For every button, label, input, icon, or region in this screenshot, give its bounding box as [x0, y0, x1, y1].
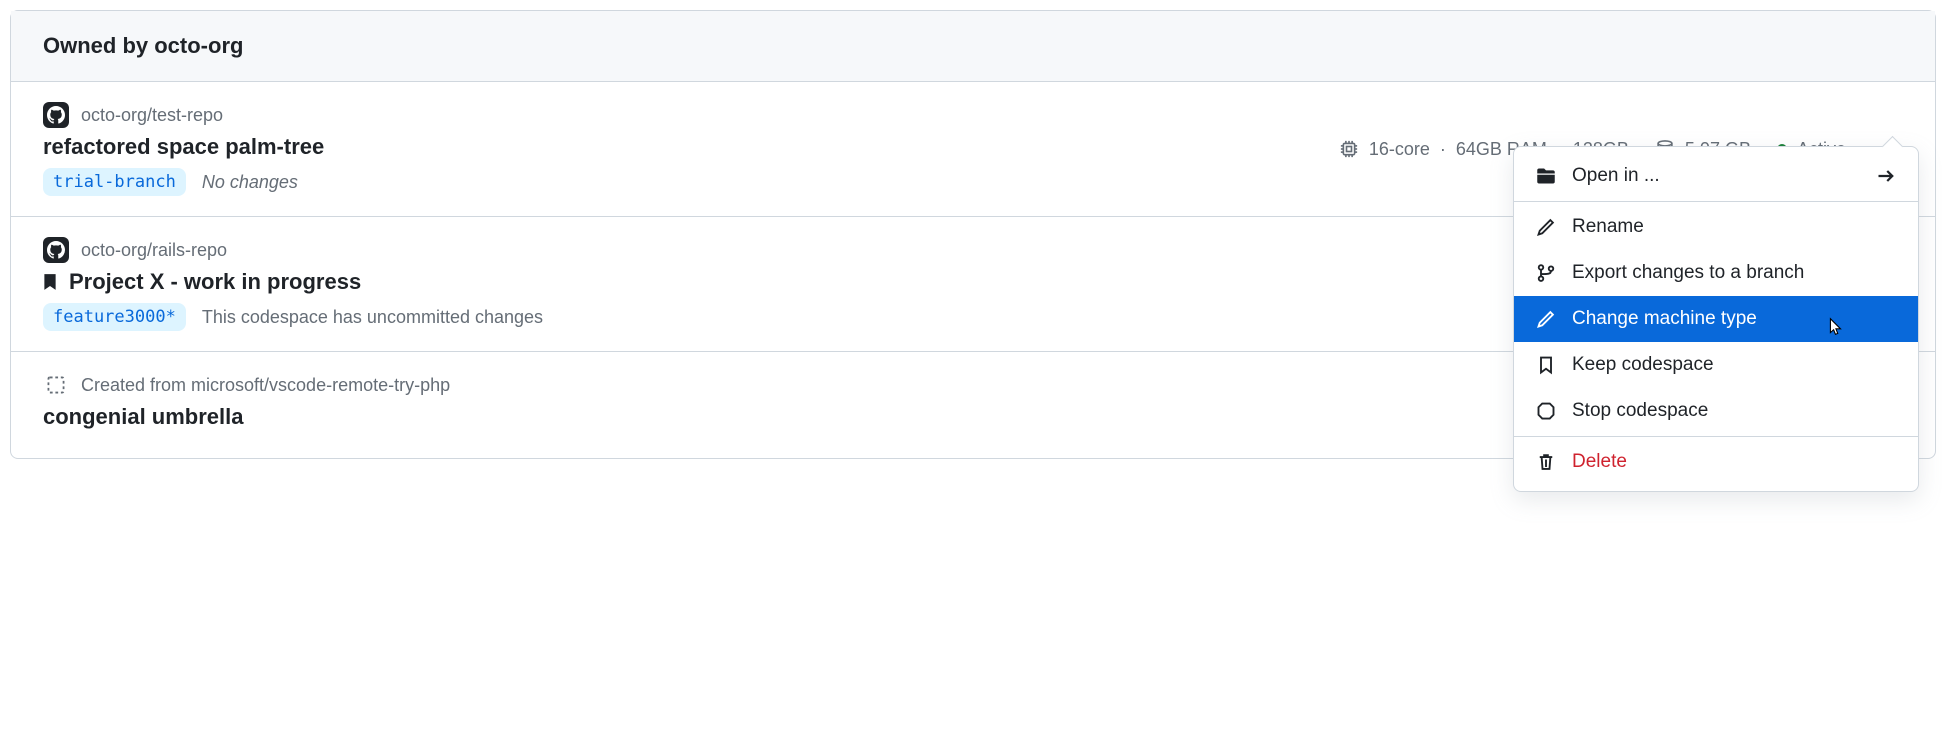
menu-export-branch[interactable]: Export changes to a branch — [1514, 250, 1918, 296]
title-line: Project X - work in progress — [43, 269, 1617, 295]
trash-icon — [1536, 452, 1556, 472]
menu-label: Delete — [1572, 451, 1627, 473]
branch-badge[interactable]: feature3000* — [43, 303, 186, 331]
codespaces-panel: Owned by octo-org octo-org/test-repo ref… — [10, 10, 1936, 459]
menu-label: Stop codespace — [1572, 400, 1708, 422]
menu-open-in[interactable]: Open in ... — [1514, 153, 1918, 202]
pencil-icon — [1536, 309, 1556, 329]
repo-name[interactable]: Created from microsoft/vscode-remote-try… — [81, 375, 450, 396]
panel-header: Owned by octo-org — [11, 11, 1935, 82]
title-line: congenial umbrella — [43, 404, 1627, 430]
branch-badge[interactable]: trial-branch — [43, 168, 186, 196]
repo-name[interactable]: octo-org/rails-repo — [81, 240, 227, 261]
menu-label: Rename — [1572, 216, 1644, 238]
pencil-icon — [1536, 217, 1556, 237]
github-icon — [43, 237, 69, 263]
codespace-info: octo-org/test-repo refactored space palm… — [43, 102, 1339, 196]
menu-keep-codespace[interactable]: Keep codespace — [1514, 342, 1918, 388]
repo-line: octo-org/test-repo — [43, 102, 1339, 128]
actions-dropdown: Open in ... Rename Export changes to a b… — [1513, 146, 1919, 492]
github-icon — [43, 102, 69, 128]
menu-rename[interactable]: Rename — [1514, 204, 1918, 250]
menu-label: Change machine type — [1572, 308, 1757, 330]
codespace-title[interactable]: congenial umbrella — [43, 404, 244, 430]
title-line: refactored space palm-tree — [43, 134, 1339, 160]
folder-open-icon — [1536, 166, 1556, 186]
template-icon — [43, 372, 69, 398]
repo-line: octo-org/rails-repo — [43, 237, 1617, 263]
codespace-title[interactable]: refactored space palm-tree — [43, 134, 324, 160]
codespace-row: octo-org/test-repo refactored space palm… — [11, 82, 1935, 217]
branch-line: trial-branch No changes — [43, 168, 1339, 196]
menu-delete[interactable]: Delete — [1514, 436, 1918, 485]
stop-icon — [1536, 401, 1556, 421]
spec-cpu: 16-core — [1369, 139, 1430, 160]
git-branch-icon — [1536, 263, 1556, 283]
repo-name[interactable]: octo-org/test-repo — [81, 105, 223, 126]
arrow-right-icon — [1876, 166, 1896, 186]
panel-title: Owned by octo-org — [43, 33, 1903, 59]
codespace-info: octo-org/rails-repo Project X - work in … — [43, 237, 1617, 331]
changes-status: This codespace has uncommitted changes — [202, 307, 543, 328]
codespace-title[interactable]: Project X - work in progress — [69, 269, 361, 295]
bookmark-filled-icon — [43, 273, 59, 291]
cursor-icon — [1824, 316, 1846, 338]
menu-label: Open in ... — [1572, 165, 1660, 187]
bookmark-icon — [1536, 355, 1556, 375]
menu-label: Export changes to a branch — [1572, 262, 1804, 284]
menu-change-machine[interactable]: Change machine type — [1514, 296, 1918, 342]
separator-dot: · — [1440, 139, 1446, 160]
branch-line: feature3000* This codespace has uncommit… — [43, 303, 1617, 331]
repo-line: Created from microsoft/vscode-remote-try… — [43, 372, 1627, 398]
menu-label: Keep codespace — [1572, 354, 1714, 376]
changes-status: No changes — [202, 172, 298, 193]
cpu-icon — [1339, 139, 1359, 159]
codespace-info: Created from microsoft/vscode-remote-try… — [43, 372, 1627, 438]
menu-stop-codespace[interactable]: Stop codespace — [1514, 388, 1918, 434]
